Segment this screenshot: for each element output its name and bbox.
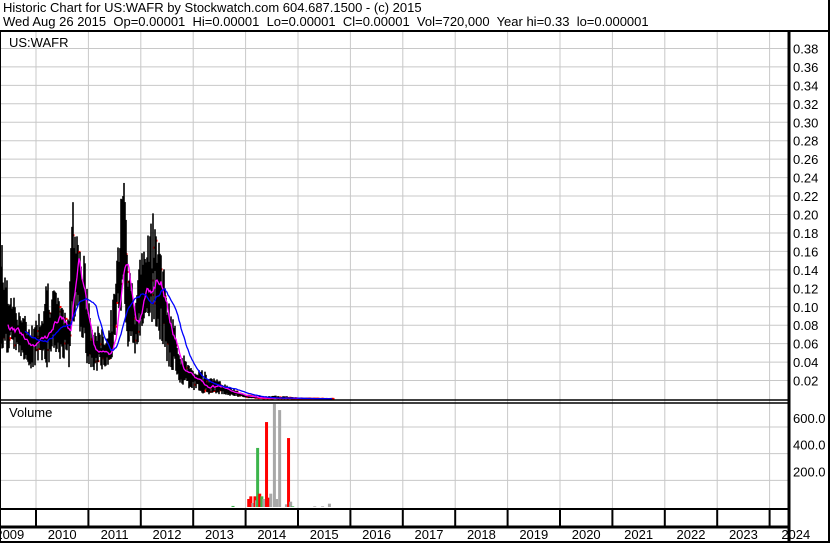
price-tick-label: 0.18	[793, 226, 818, 241]
price-tick-label: 0.04	[793, 355, 818, 370]
volume-bar	[265, 422, 269, 507]
volume-label: Volume	[9, 405, 52, 420]
volume-tick-label: 200.0	[793, 464, 826, 479]
price-tick-label: 0.28	[793, 134, 818, 149]
year-tick-label: 2018	[467, 527, 496, 542]
price-tick-label: 0.06	[793, 337, 818, 352]
volume-tick-label: 600.0	[793, 411, 826, 426]
volume-bar	[313, 506, 317, 507]
price-tick-label: 0.16	[793, 244, 818, 259]
year-tick-label: 2010	[48, 527, 77, 542]
price-tick-label: 0.30	[793, 115, 818, 130]
price-tick-label: 0.22	[793, 189, 818, 204]
year-tick-label: 2019	[519, 527, 548, 542]
symbol-label: US:WAFR	[9, 35, 68, 50]
year-tick-label: 2021	[624, 527, 653, 542]
year-tick-label: 2013	[205, 527, 234, 542]
price-bars	[0, 182, 335, 400]
volume-bar	[291, 506, 295, 507]
price-tick-label: 0.20	[793, 208, 818, 223]
price-tick-label: 0.34	[793, 78, 818, 93]
volume-bar	[269, 493, 273, 507]
year-tick-label: 2024	[781, 527, 810, 542]
price-tick-label: 0.12	[793, 281, 818, 296]
volume-bar	[231, 505, 235, 507]
price-tick-label: 0.14	[793, 263, 818, 278]
price-tick-label: 0.24	[793, 171, 818, 186]
volume-bar	[327, 503, 331, 507]
year-tick-label: 2011	[101, 527, 129, 542]
volume-bar	[262, 499, 266, 507]
price-tick-label: 0.36	[793, 60, 818, 75]
volume-bar	[278, 410, 282, 507]
volume-bar	[274, 499, 278, 507]
year-tick-label: 2009	[0, 527, 24, 542]
volume-bar	[321, 506, 325, 507]
year-tick-label: 2017	[415, 527, 444, 542]
price-tick-label: 0.38	[793, 41, 818, 56]
year-tick-label: 2015	[310, 527, 339, 542]
close-mark	[59, 305, 62, 308]
year-tick-label: 2012	[153, 527, 182, 542]
price-tick-label: 0.02	[793, 374, 818, 389]
volume-bar	[287, 438, 291, 507]
year-tick-label: 2023	[729, 527, 758, 542]
volume-bar	[272, 404, 276, 507]
year-tick-label: 2022	[677, 527, 706, 542]
volume-bar	[289, 501, 293, 507]
year-tick-label: 2020	[572, 527, 601, 542]
year-tick-label: 2016	[362, 527, 391, 542]
volume-tick-label: 400.0	[793, 438, 826, 453]
price-tick-label: 0.26	[793, 152, 818, 167]
price-tick-label: 0.10	[793, 300, 818, 315]
price-tick-label: 0.08	[793, 318, 818, 333]
price-tick-label: 0.32	[793, 97, 818, 112]
stock-chart: 0.02 0.04 0.06 0.08 0.10 0.12 0.14 0.16 0.18 0.20…	[0, 0, 830, 543]
volume-bars	[231, 404, 331, 507]
year-tick-label: 2014	[257, 527, 286, 542]
